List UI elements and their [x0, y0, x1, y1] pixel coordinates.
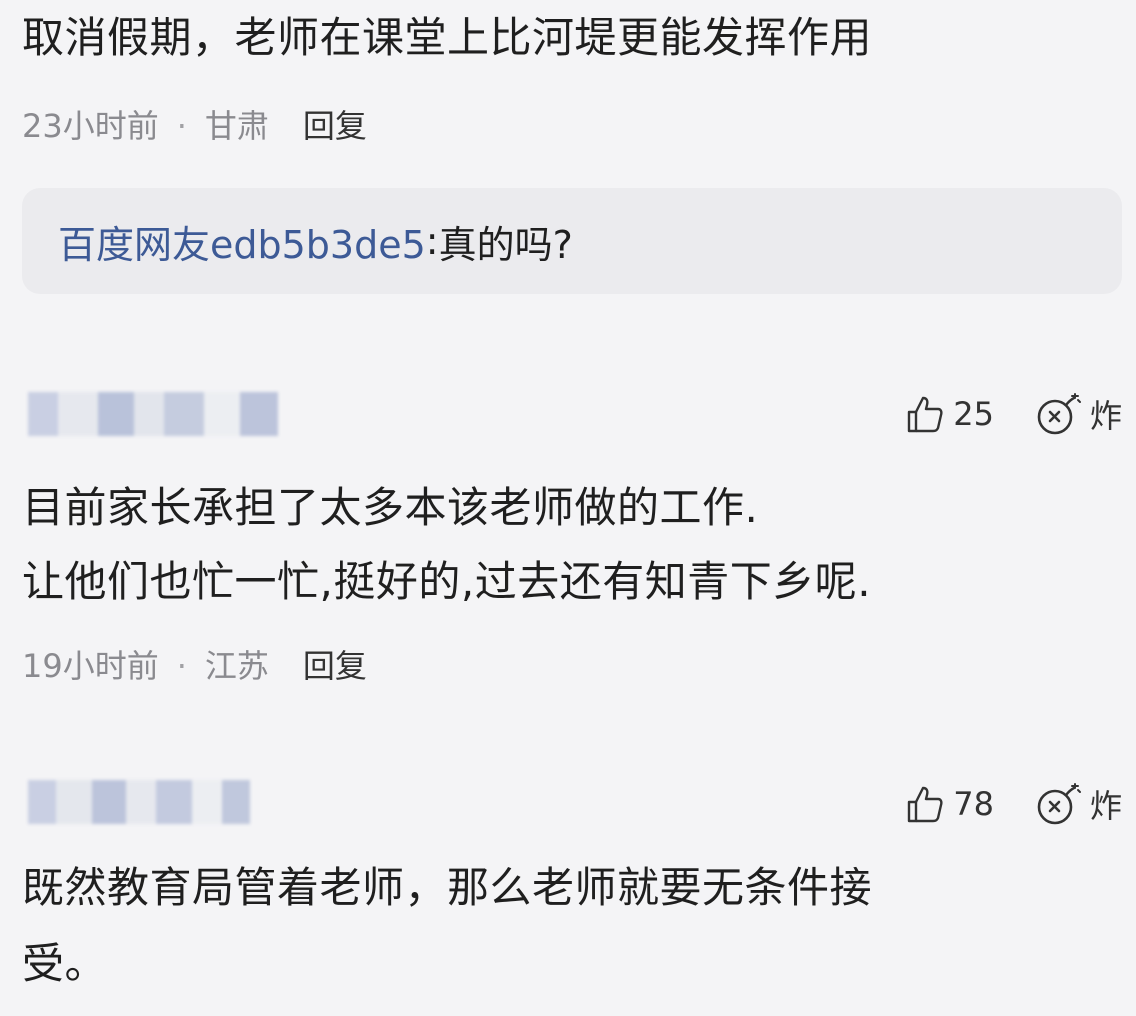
thumbs-up-icon [908, 786, 943, 823]
boom-button[interactable]: 炸 [1034, 390, 1122, 438]
meta-separator: · [176, 647, 187, 685]
bomb-icon [1037, 393, 1081, 435]
reply-text: 真的吗? [438, 222, 573, 267]
username-blurred[interactable] [28, 392, 278, 436]
like-count: 78 [953, 785, 994, 823]
comment-actions: 78 炸 [903, 780, 1122, 828]
boom-label: 炸 [1089, 787, 1122, 825]
comment-text-line-1: 既然教育局管着老师，那么老师就要无条件接 [22, 863, 873, 912]
comment-time: 19小时前 [22, 647, 159, 685]
comment-text-line-1: 目前家长承担了太多本该老师做的工作. [22, 483, 759, 532]
bomb-icon [1037, 783, 1081, 825]
comment-time: 23小时前 [22, 107, 159, 145]
comment-location: 甘肃 [204, 107, 269, 145]
comment-meta: 19小时前 · 江苏 回复 [22, 646, 367, 686]
reply-colon: : [425, 219, 439, 263]
comment-meta: 23小时前 · 甘肃 回复 [22, 106, 367, 146]
comment-location: 江苏 [204, 647, 269, 685]
comment-text: 取消假期，老师在课堂上比河堤更能发挥作用 [22, 13, 873, 62]
like-count: 25 [953, 395, 994, 433]
reply-username-link[interactable]: 百度网友edb5b3de5 [58, 214, 426, 269]
comment-text-line-2: 让他们也忙一忙,挺好的,过去还有知青下乡呢. [22, 557, 872, 606]
reply-thread[interactable]: 百度网友edb5b3de5 : 真的吗? [22, 188, 1122, 294]
boom-label: 炸 [1089, 397, 1122, 435]
thumbs-up-icon [908, 396, 943, 433]
comment-text-line-2: 受。 [22, 939, 108, 988]
reply-button[interactable]: 回复 [303, 646, 367, 686]
username-blurred[interactable] [28, 780, 250, 824]
comment-list: 取消假期，老师在课堂上比河堤更能发挥作用 23小时前 · 甘肃 回复 百度网友e… [0, 0, 1136, 1016]
like-button[interactable]: 78 [903, 782, 994, 826]
comment-actions: 25 炸 [903, 390, 1122, 438]
like-button[interactable]: 25 [903, 392, 994, 436]
boom-button[interactable]: 炸 [1034, 780, 1122, 828]
reply-button[interactable]: 回复 [303, 106, 367, 146]
meta-separator: · [176, 107, 187, 145]
